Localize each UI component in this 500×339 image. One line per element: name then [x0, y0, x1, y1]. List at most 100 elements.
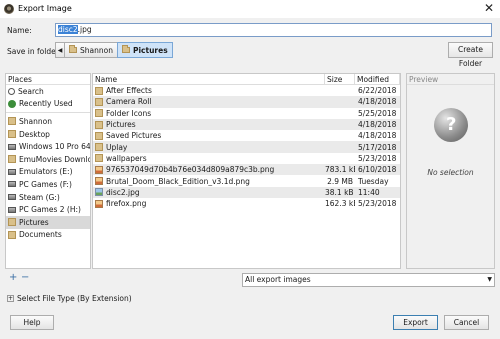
- folder-icon: [95, 131, 103, 140]
- file-row[interactable]: Saved Pictures 4/18/2018: [93, 130, 400, 141]
- place-item[interactable]: Search: [6, 85, 90, 98]
- folder-icon: [95, 109, 103, 118]
- file-name: firefox.png: [106, 199, 147, 209]
- search-icon: [8, 87, 15, 95]
- export-button[interactable]: Export: [393, 315, 438, 330]
- file-name: Camera Roll: [106, 97, 152, 107]
- places-header[interactable]: Places: [6, 74, 90, 85]
- place-item[interactable]: PC Games (F:): [6, 178, 90, 191]
- file-filter-value: All export images: [245, 275, 311, 284]
- place-label: Recently Used: [19, 99, 73, 109]
- drive-icon: [8, 168, 16, 175]
- file-size: 38.1 kB: [325, 187, 354, 197]
- close-window-button[interactable]: ✕: [478, 0, 500, 18]
- file-row[interactable]: wallpapers 5/23/2018: [93, 153, 400, 164]
- drive-icon: [8, 206, 16, 213]
- home-folder-icon: [8, 117, 16, 126]
- recent-icon: [8, 99, 16, 108]
- file-name: Brutal_Doom_Black_Edition_v3.1d.png: [106, 176, 250, 186]
- place-label: PC Games (F:): [19, 179, 72, 189]
- path-button-shannon[interactable]: Shannon: [64, 42, 118, 58]
- file-modified: 5/23/2018: [358, 153, 397, 163]
- file-name: Saved Pictures: [106, 131, 162, 141]
- cancel-button[interactable]: Cancel: [444, 315, 489, 330]
- place-item[interactable]: Windows 10 Pro 64-b...: [6, 140, 90, 153]
- place-item[interactable]: Emulators (E:): [6, 166, 90, 179]
- file-row[interactable]: After Effects 6/22/2018: [93, 85, 400, 96]
- place-label: Shannon: [19, 116, 52, 126]
- folder-icon: [8, 230, 16, 239]
- file-modified: 5/17/2018: [358, 142, 397, 152]
- place-label: EmuMovies Downlo...: [19, 154, 90, 164]
- file-modified: 5/23/2018: [358, 199, 397, 209]
- export-image-dialog: Export Image ✕ Name: disc2.jpg Save in f…: [0, 0, 500, 339]
- drive-icon: [8, 181, 16, 188]
- drive-icon: [8, 194, 16, 201]
- filename-input[interactable]: disc2.jpg: [55, 23, 492, 37]
- file-modified: 6/10/2018: [358, 165, 397, 175]
- place-item[interactable]: EmuMovies Downlo...: [6, 153, 90, 166]
- file-name: After Effects: [106, 86, 152, 96]
- place-label: Desktop: [19, 129, 50, 139]
- place-item[interactable]: PC Games 2 (H:): [6, 203, 90, 216]
- select-file-type-expander[interactable]: + Select File Type (By Extension): [7, 294, 132, 303]
- place-item[interactable]: Documents: [6, 229, 90, 242]
- name-label: Name:: [7, 26, 32, 35]
- place-label: Documents: [19, 230, 62, 240]
- file-row[interactable]: Camera Roll 4/18/2018: [93, 96, 400, 108]
- file-row[interactable]: Uplay 5/17/2018: [93, 141, 400, 153]
- file-modified: 6/22/2018: [358, 86, 397, 96]
- file-name: Folder Icons: [106, 108, 152, 118]
- path-button-label: Shannon: [80, 45, 113, 55]
- drive-icon: [8, 143, 16, 150]
- file-row[interactable]: disc2.jpg 38.1 kB 11:40: [93, 186, 400, 198]
- place-item[interactable]: Desktop: [6, 128, 90, 141]
- file-name: wallpapers: [106, 153, 147, 163]
- select-file-type-label: Select File Type (By Extension): [17, 294, 132, 303]
- window-title: Export Image: [18, 4, 72, 13]
- file-row[interactable]: firefox.png 162.3 kB5/23/2018: [93, 198, 400, 209]
- folder-icon: [95, 120, 103, 129]
- places-list: Search Recently Used Shannon Desktop Windows…: [6, 85, 90, 241]
- places-sidebar: Places Search Recently Used Shannon Desktop…: [5, 73, 91, 269]
- file-list: Name Size Modified After Effects 6/22/201…: [92, 73, 401, 269]
- column-size-header[interactable]: Size: [325, 74, 355, 84]
- file-row[interactable]: Folder Icons 5/25/2018: [93, 108, 400, 119]
- image-file-icon: [95, 165, 103, 174]
- file-row[interactable]: Pictures 4/18/2018: [93, 118, 400, 131]
- expander-plus-icon: +: [7, 295, 14, 302]
- file-row[interactable]: 976537049d70b4b76e034d809a879c3b.png 783.…: [93, 164, 400, 176]
- place-item[interactable]: Shannon: [6, 115, 90, 128]
- place-item[interactable]: Recently Used: [6, 98, 90, 111]
- remove-bookmark-button[interactable]: −: [21, 272, 29, 283]
- file-size: 162.3 kB: [325, 199, 355, 209]
- image-file-icon: [95, 199, 103, 208]
- path-button-pictures[interactable]: Pictures: [116, 42, 173, 58]
- preview-status: No selection: [427, 168, 474, 177]
- file-size: 783.1 kB: [325, 165, 355, 175]
- place-label: PC Games 2 (H:): [19, 205, 81, 215]
- file-modified: 4/18/2018: [358, 131, 397, 141]
- column-modified-header[interactable]: Modified: [355, 74, 400, 84]
- file-modified: 5/25/2018: [358, 108, 397, 118]
- file-row[interactable]: Brutal_Doom_Black_Edition_v3.1d.png 2.9 M…: [93, 175, 400, 186]
- places-separator: [6, 112, 90, 114]
- help-button[interactable]: Help: [10, 315, 54, 330]
- folder-icon: [8, 130, 16, 139]
- file-modified: 4/18/2018: [358, 120, 397, 130]
- place-item[interactable]: Pictures: [6, 215, 90, 229]
- add-bookmark-button[interactable]: +: [9, 272, 17, 283]
- folder-icon: [95, 97, 103, 106]
- gimp-wilber-icon: ?: [434, 108, 468, 142]
- folder-icon: [8, 155, 16, 164]
- place-label: Pictures: [19, 217, 49, 227]
- title-bar: Export Image ✕: [0, 0, 500, 18]
- home-folder-icon: [69, 45, 77, 53]
- column-name-header[interactable]: Name: [93, 74, 325, 84]
- path-button-label: Pictures: [132, 45, 168, 55]
- file-rows: After Effects 6/22/2018 Camera Roll 4/18/20…: [93, 85, 400, 209]
- place-item[interactable]: Steam (G:): [6, 191, 90, 204]
- file-filter-select[interactable]: All export images ▼: [242, 273, 495, 287]
- create-folder-button[interactable]: Create Folder: [448, 42, 493, 68]
- filename-selected-text: disc2: [58, 25, 78, 34]
